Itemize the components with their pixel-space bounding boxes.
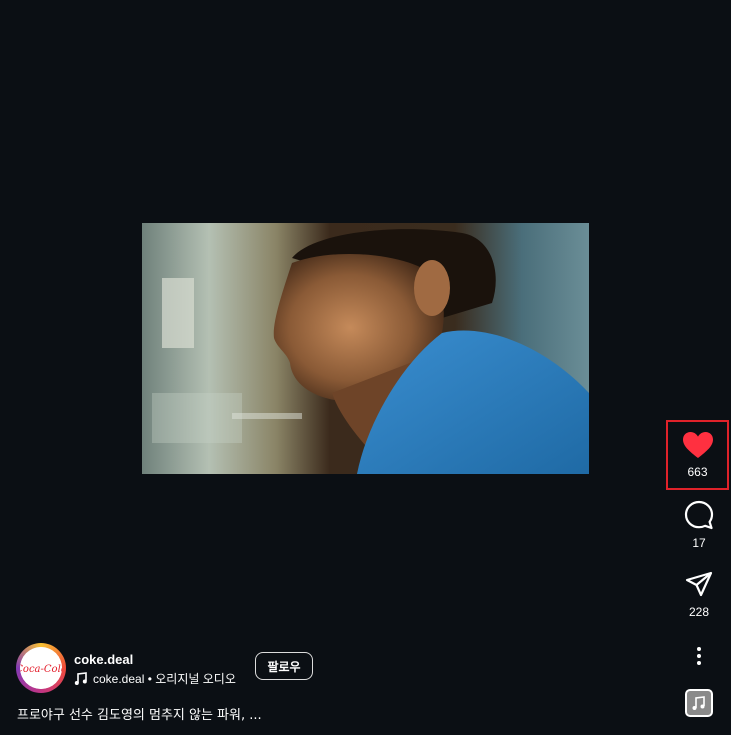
reel-viewer: 663 17 228 Coca-Cola (0, 0, 731, 735)
like-button[interactable]: 663 (666, 420, 729, 490)
audio-attribution[interactable]: coke.deal • 오리지널 오디오 (74, 670, 236, 687)
avatar[interactable]: Coca-Cola (20, 647, 62, 689)
more-vertical-icon (697, 647, 701, 665)
follow-button[interactable]: 팔로우 (255, 652, 313, 680)
comment-button[interactable]: 17 (670, 500, 728, 550)
coca-cola-logo: Coca-Cola (20, 647, 62, 689)
music-note-icon (74, 672, 87, 685)
like-count: 663 (687, 465, 708, 479)
share-count: 228 (688, 605, 710, 619)
audio-thumbnail-icon (685, 689, 713, 717)
username-link[interactable]: coke.deal (74, 652, 133, 667)
heart-icon (682, 432, 713, 458)
video-frame-illustration (142, 223, 589, 474)
comment-bubble-icon (684, 500, 714, 530)
svg-text:Coca-Cola: Coca-Cola (20, 664, 62, 675)
more-options-button[interactable] (670, 646, 728, 666)
share-button[interactable]: 228 (670, 571, 728, 619)
post-caption[interactable]: 프로야구 선수 김도영의 멈추지 않는 파워, ... (17, 704, 262, 723)
reel-video[interactable] (142, 223, 589, 474)
comment-count: 17 (692, 536, 706, 550)
paper-plane-icon (685, 571, 713, 597)
audio-label: coke.deal • 오리지널 오디오 (93, 672, 236, 686)
audio-page-button[interactable] (670, 689, 728, 717)
